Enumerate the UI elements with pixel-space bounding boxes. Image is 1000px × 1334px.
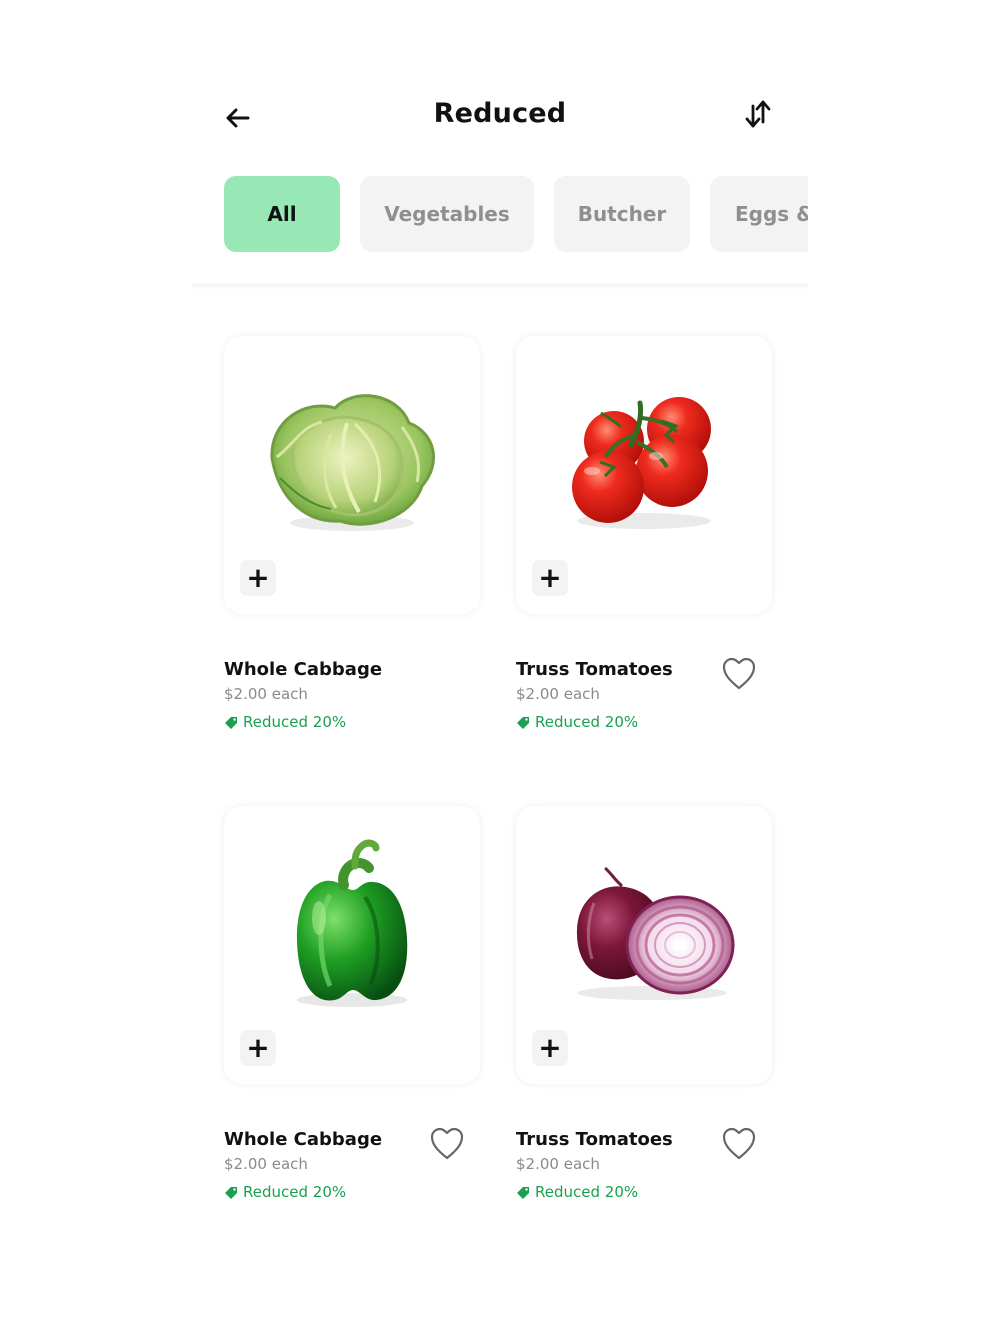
- reduced-text: Reduced 20%: [535, 1183, 639, 1201]
- add-to-cart-button[interactable]: +: [532, 1030, 568, 1066]
- price-tag-icon: [225, 716, 237, 729]
- reduced-text: Reduced 20%: [243, 713, 347, 731]
- header-divider: [192, 284, 808, 290]
- filter-chip-eggs[interactable]: Eggs &: [710, 176, 808, 252]
- tomatoes-image: [572, 397, 711, 529]
- product-image-card[interactable]: +: [224, 806, 480, 1084]
- top-header: Reduced: [192, 80, 808, 154]
- product-card[interactable]: + Truss Tomatoes $2.00 each Reduced 20%: [516, 806, 776, 1216]
- add-to-cart-button[interactable]: +: [240, 1030, 276, 1066]
- favorite-heart-icon[interactable]: [428, 1125, 466, 1163]
- filter-chip-butcher[interactable]: Butcher: [554, 176, 690, 252]
- product-price: $2.00 each: [516, 1155, 600, 1173]
- reduced-label: Reduced 20%: [224, 713, 346, 731]
- product-image-card[interactable]: +: [516, 336, 772, 614]
- reduced-text: Reduced 20%: [243, 1183, 347, 1201]
- product-card[interactable]: + Whole Cabbage $2.00 each Reduced 20%: [224, 336, 484, 746]
- product-image-card[interactable]: +: [516, 806, 772, 1084]
- product-card[interactable]: + Truss Tomatoes $2.00 each Reduced 20%: [516, 336, 776, 746]
- price-tag-icon: [517, 716, 529, 729]
- page-title: Reduced: [433, 98, 567, 129]
- cabbage-image: [270, 394, 436, 531]
- reduced-label: Reduced 20%: [516, 713, 638, 731]
- product-name: Whole Cabbage: [224, 1129, 383, 1150]
- favorite-heart-icon[interactable]: [720, 655, 758, 693]
- green-pepper-image: [296, 839, 408, 1007]
- reduced-label: Reduced 20%: [224, 1183, 346, 1201]
- red-onion-image: [576, 866, 735, 1000]
- add-to-cart-button[interactable]: +: [240, 560, 276, 596]
- product-name: Whole Cabbage: [224, 659, 383, 680]
- category-filter-bar: All Vegetables Butcher Eggs &: [224, 176, 808, 254]
- reduced-text: Reduced 20%: [535, 713, 639, 731]
- product-price: $2.00 each: [224, 685, 308, 703]
- reduced-products-screen: Reduced All Vegetables Butcher Eggs & + …: [192, 0, 808, 1334]
- add-to-cart-button[interactable]: +: [532, 560, 568, 596]
- sort-arrows-icon: [745, 100, 771, 128]
- filter-chip-vegetables[interactable]: Vegetables: [360, 176, 534, 252]
- reduced-label: Reduced 20%: [516, 1183, 638, 1201]
- product-price: $2.00 each: [224, 1155, 308, 1173]
- favorite-heart-icon[interactable]: [720, 1125, 758, 1163]
- product-price: $2.00 each: [516, 685, 600, 703]
- product-image-card[interactable]: +: [224, 336, 480, 614]
- product-name: Truss Tomatoes: [516, 659, 673, 680]
- filter-chip-all[interactable]: All: [224, 176, 340, 252]
- product-name: Truss Tomatoes: [516, 1129, 673, 1150]
- sort-button[interactable]: [738, 94, 778, 134]
- product-card[interactable]: + Whole Cabbage $2.00 each Reduced 20%: [224, 806, 484, 1216]
- price-tag-icon: [517, 1186, 529, 1199]
- price-tag-icon: [225, 1186, 237, 1199]
